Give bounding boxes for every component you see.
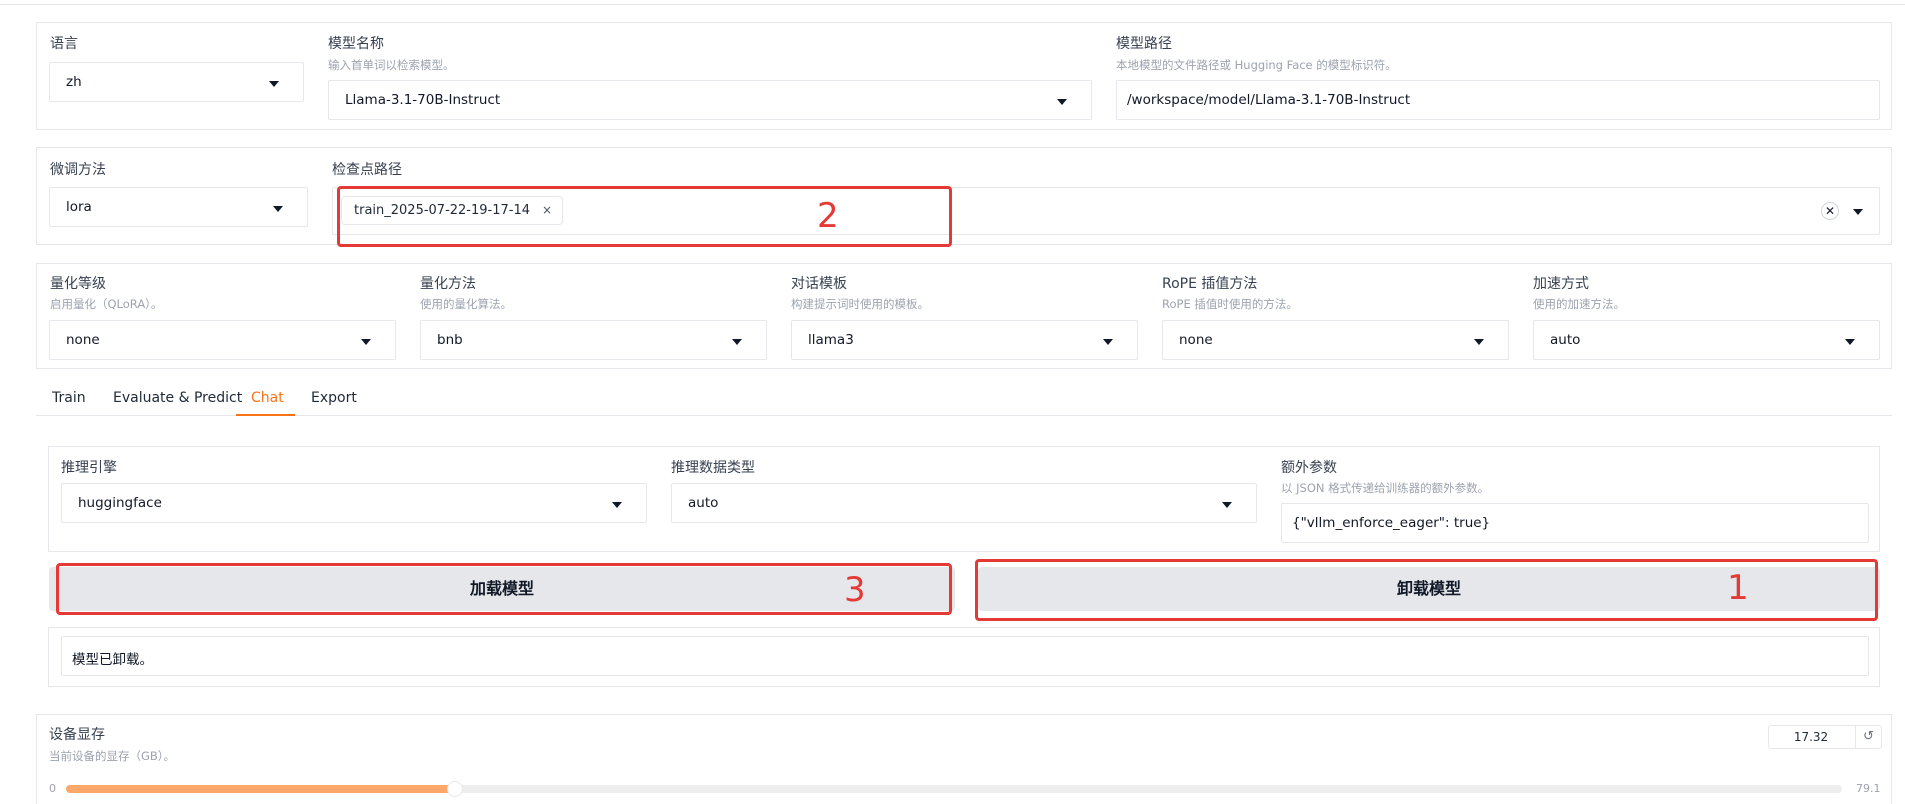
annotation-number-3: 3 [844, 570, 866, 610]
quantization-bit-info: 启用量化（QLoRA）。 [50, 297, 163, 311]
template-info: 构建提示词时使用的模板。 [791, 297, 929, 311]
template-value: llama3 [808, 332, 854, 348]
quantization-method-dropdown[interactable]: bnb [420, 320, 767, 360]
status-text: 模型已卸载。 [72, 652, 153, 668]
model-path-value: /workspace/model/Llama-3.1-70B-Instruct [1127, 92, 1411, 108]
template-label: 对话模板 [791, 276, 847, 292]
quantization-method-label: 量化方法 [420, 276, 476, 292]
rope-scaling-info: RoPE 插值时使用的方法。 [1162, 297, 1298, 311]
model-path-label: 模型路径 [1116, 36, 1172, 52]
quantization-method-info: 使用的量化算法。 [420, 297, 512, 311]
model-name-dropdown[interactable]: Llama-3.1-70B-Instruct [328, 80, 1092, 120]
model-path-input[interactable]: /workspace/model/Llama-3.1-70B-Instruct [1116, 80, 1880, 120]
quantization-bit-label: 量化等级 [50, 276, 106, 292]
model-settings-panel: 语言 zh 模型名称 输入首单词以检索模型。 Llama-3.1-70B-Ins… [36, 22, 1892, 130]
slider-handle[interactable] [446, 781, 463, 797]
infer-dtype-label: 推理数据类型 [671, 460, 755, 476]
status-panel: 模型已卸载。 [48, 627, 1880, 687]
booster-dropdown[interactable]: auto [1533, 320, 1880, 360]
gpu-memory-slider[interactable] [66, 781, 1842, 797]
infer-backend-dropdown[interactable]: huggingface [61, 483, 647, 523]
model-name-info: 输入首单词以检索模型。 [328, 58, 455, 72]
booster-value: auto [1550, 332, 1581, 348]
gpu-memory-value: 17.32 [1793, 730, 1829, 744]
extra-args-label: 额外参数 [1281, 460, 1337, 476]
active-tab-indicator [236, 414, 295, 416]
extra-args-value: {"vllm_enforce_eager": true} [1292, 515, 1491, 531]
language-label: 语言 [50, 36, 78, 52]
gpu-memory-label: 设备显存 [49, 727, 105, 743]
slider-min-label: 0 [49, 782, 56, 795]
annotation-box-2 [337, 186, 952, 247]
gpu-memory-info: 当前设备的显存（GB）。 [49, 749, 176, 763]
tab-chat[interactable]: Chat [251, 390, 284, 406]
model-name-value: Llama-3.1-70B-Instruct [345, 92, 501, 108]
finetune-method-dropdown[interactable]: lora [49, 187, 308, 227]
extra-args-input[interactable]: {"vllm_enforce_eager": true} [1281, 503, 1869, 543]
clear-icon[interactable]: ✕ [1821, 202, 1839, 220]
extra-args-info: 以 JSON 格式传递给训练器的额外参数。 [1281, 481, 1490, 495]
chevron-down-icon [273, 206, 283, 212]
annotation-number-2: 2 [817, 196, 839, 236]
tab-train[interactable]: Train [52, 390, 86, 406]
language-dropdown[interactable]: zh [49, 62, 304, 102]
chevron-down-icon [612, 502, 622, 508]
chevron-down-icon [732, 339, 742, 345]
language-value: zh [66, 74, 82, 90]
slider-fill [66, 785, 455, 793]
advanced-panel: 量化等级 启用量化（QLoRA）。 none 量化方法 使用的量化算法。 bnb… [36, 263, 1892, 369]
rope-scaling-value: none [1179, 332, 1213, 348]
top-divider [0, 4, 1905, 5]
infer-backend-label: 推理引擎 [61, 460, 117, 476]
quantization-bit-dropdown[interactable]: none [49, 320, 396, 360]
checkpoint-path-label: 检查点路径 [332, 162, 402, 178]
annotation-box-3 [56, 563, 952, 615]
chevron-down-icon [269, 81, 279, 87]
booster-label: 加速方式 [1533, 276, 1589, 292]
infer-dtype-dropdown[interactable]: auto [671, 483, 1257, 523]
chevron-down-icon [1222, 502, 1232, 508]
finetune-method-value: lora [66, 199, 92, 215]
booster-info: 使用的加速方法。 [1533, 297, 1625, 311]
infer-backend-value: huggingface [78, 495, 162, 511]
annotation-number-1: 1 [1727, 568, 1749, 608]
chevron-down-icon [1474, 339, 1484, 345]
quantization-method-value: bnb [437, 332, 463, 348]
chevron-down-icon[interactable] [1853, 209, 1863, 215]
status-output: 模型已卸载。 [61, 636, 1869, 676]
tab-bar: Train Evaluate & Predict Chat Export [36, 384, 1892, 416]
slider-max-label: 79.1 [1856, 782, 1881, 795]
template-dropdown[interactable]: llama3 [791, 320, 1138, 360]
tab-evaluate-predict[interactable]: Evaluate & Predict [113, 390, 242, 406]
gpu-memory-input[interactable]: 17.32 ↺ [1768, 725, 1882, 749]
chevron-down-icon [361, 339, 371, 345]
quantization-bit-value: none [66, 332, 100, 348]
model-name-label: 模型名称 [328, 36, 384, 52]
chevron-down-icon [1057, 99, 1067, 105]
chevron-down-icon [1845, 339, 1855, 345]
finetune-method-label: 微调方法 [50, 162, 106, 178]
rope-scaling-label: RoPE 插值方法 [1162, 276, 1258, 292]
chevron-down-icon [1103, 339, 1113, 345]
infer-dtype-value: auto [688, 495, 719, 511]
chat-settings-panel: 推理引擎 huggingface 推理数据类型 auto 额外参数 以 JSON… [48, 446, 1880, 552]
finetune-panel: 微调方法 lora 检查点路径 train_2025-07-22-19-17-1… [36, 147, 1892, 245]
model-path-info: 本地模型的文件路径或 Hugging Face 的模型标识符。 [1116, 58, 1397, 72]
rope-scaling-dropdown[interactable]: none [1162, 320, 1509, 360]
reset-icon[interactable]: ↺ [1855, 726, 1881, 748]
tab-export[interactable]: Export [311, 390, 357, 406]
